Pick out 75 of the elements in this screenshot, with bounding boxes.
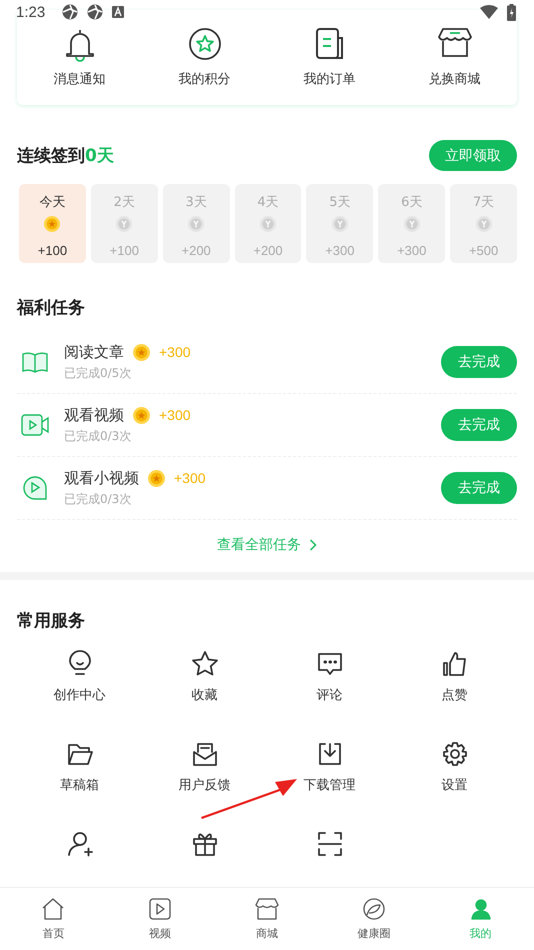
yen-coin-icon (476, 216, 492, 232)
yen-coin-icon (260, 216, 276, 232)
settings-icon (440, 740, 468, 768)
day-label: 今天 (39, 194, 66, 211)
day-reward: +100 (110, 243, 139, 258)
battery-icon (507, 4, 516, 20)
shortcut-button[interactable]: 我的订单 (304, 28, 356, 88)
coin-icon (44, 216, 60, 232)
service-button[interactable] (316, 830, 344, 858)
day-label: 6天 (401, 194, 422, 211)
play-icon (148, 897, 172, 921)
checkin-title: 连续签到0天 (17, 145, 114, 167)
shortcut-button[interactable]: 兑换商城 (428, 28, 480, 88)
home-icon (41, 897, 66, 921)
day-label: 2天 (114, 194, 135, 211)
nav-tab[interactable]: 首页 (0, 888, 107, 950)
service-button[interactable]: 收藏 (190, 650, 218, 704)
service-button[interactable]: 下载管理 (304, 740, 356, 794)
day-reward: +300 (397, 243, 426, 258)
leaf-circle-icon (362, 897, 386, 921)
yen-coin-icon (332, 216, 348, 232)
day-reward: +200 (253, 243, 283, 258)
task-reward: +300 (159, 407, 191, 423)
task-name: 观看小视频 (64, 468, 139, 488)
service-button[interactable]: 创作中心 (54, 650, 106, 704)
shortcut-button[interactable]: 消息通知 (54, 28, 106, 88)
day-reward: +300 (325, 243, 355, 258)
service-button[interactable]: 草稿箱 (60, 740, 99, 794)
yen-coin-icon (188, 216, 204, 232)
task-reward: +300 (174, 470, 206, 486)
coin-icon (133, 406, 150, 424)
task-name: 阅读文章 (64, 342, 124, 362)
aperture-icon (87, 4, 104, 20)
service-button[interactable] (66, 830, 94, 858)
chat-bubble-icon (316, 650, 344, 678)
add-user-icon (66, 830, 94, 858)
wifi-icon (480, 5, 498, 19)
star-icon (190, 650, 218, 678)
yen-coin-icon (116, 216, 132, 232)
service-button[interactable]: 评论 (316, 650, 344, 704)
day-label: 3天 (186, 194, 207, 211)
document-icon (314, 28, 344, 60)
day-label: 7天 (472, 194, 494, 211)
status-time: 1:23 (16, 4, 46, 20)
video-camera-icon (19, 413, 51, 437)
service-button[interactable]: 点赞 (440, 650, 468, 704)
shortcut-button[interactable]: 我的积分 (178, 28, 230, 88)
coin-icon (133, 344, 150, 360)
envelope-icon (190, 740, 218, 768)
chevron-right-icon (309, 539, 317, 551)
shop-icon (254, 897, 279, 921)
nav-tab[interactable]: 健康圈 (320, 888, 428, 950)
services-title: 常用服务 (17, 610, 86, 632)
tasks-title: 福利任务 (17, 297, 86, 319)
nav-tab[interactable]: 视频 (106, 888, 214, 950)
person-icon (468, 897, 493, 921)
task-name: 观看视频 (64, 406, 124, 424)
bell-icon (64, 28, 94, 62)
thumbs-up-icon (440, 650, 468, 678)
aperture-icon (62, 4, 78, 20)
task-reward: +300 (159, 344, 191, 360)
coin-icon (148, 470, 165, 486)
yen-coin-icon (404, 216, 420, 232)
keyboard-icon (112, 6, 124, 18)
day-reward: +200 (182, 243, 211, 258)
day-label: 5天 (329, 194, 350, 211)
day-label: 4天 (257, 194, 279, 211)
shop-icon (438, 28, 472, 58)
day-reward: +100 (38, 243, 68, 258)
nav-tab[interactable]: 商城 (214, 888, 320, 950)
scan-icon (316, 830, 344, 858)
star-badge-icon (188, 28, 220, 60)
service-button[interactable]: 用户反馈 (178, 740, 230, 794)
service-button[interactable]: 设置 (440, 740, 468, 794)
day-reward: +500 (468, 243, 498, 258)
